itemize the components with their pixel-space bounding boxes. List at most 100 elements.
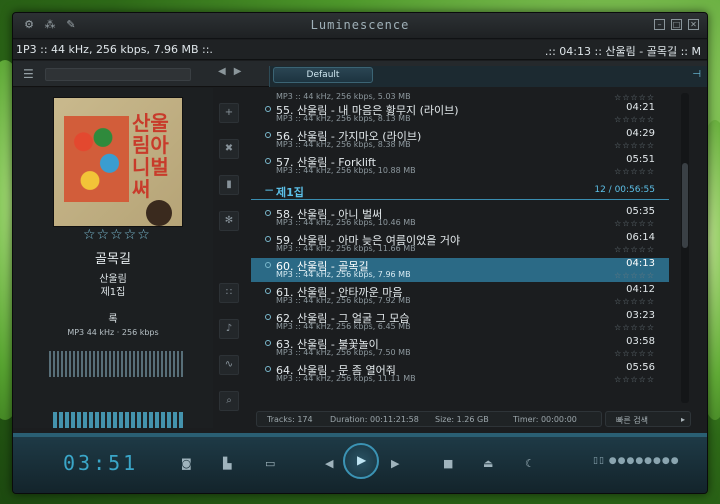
now-playing-panel: 산울림아니벌써 ☆☆☆☆☆ 골목길 산울림 제1집 록 MP3 44 kHz ·…	[13, 88, 213, 428]
track-info: MP3 :: 44 kHz, 256 kbps, 11.11 MB	[276, 374, 416, 383]
search-icon[interactable]: ⌕	[219, 391, 239, 411]
group-summary: 12 / 00:56:55	[594, 185, 655, 195]
stats-icon[interactable]: ▮	[219, 175, 239, 195]
track-bullet-icon	[265, 262, 271, 268]
transport-bar: 03:51 ◙ ▙ ▭ ◀ ▶ ▶ ■ ⏏ ☾ ▯▯ ●●●●●●●●	[13, 437, 707, 493]
close-icon[interactable]: ✕	[688, 19, 699, 30]
track-info: MP3 :: 44 kHz, 256 kbps, 8.13 MB	[276, 114, 411, 123]
track-bullet-icon	[265, 314, 271, 320]
side-buttons: + ✖ ▮ ✻ ∷ ♪ ∿ ⌕	[217, 93, 241, 423]
list-item[interactable]: 61. 산울림 - 안타까운 마음 04:12 MP3 :: 44 kHz, 256…	[251, 284, 669, 308]
album-cover: 산울림아니벌써	[53, 97, 183, 227]
back-icon[interactable]: ◀	[218, 66, 226, 77]
track-rating[interactable]: ☆☆☆☆☆	[614, 375, 655, 384]
camera-icon[interactable]: ◙	[181, 457, 192, 470]
minimize-icon[interactable]: –	[654, 19, 665, 30]
toolbar: ☰ ◀ ▶ Default ⊣	[13, 61, 707, 87]
track-duration: 06:14	[626, 232, 655, 243]
sleep-icon[interactable]: ☾	[525, 457, 535, 470]
track-bullet-icon	[265, 288, 271, 294]
track-rating[interactable]: ☆☆☆☆☆	[614, 323, 655, 332]
monitor-icon[interactable]: ▭	[265, 457, 275, 470]
maximize-icon[interactable]: □	[671, 19, 682, 30]
vu-meter	[49, 351, 185, 377]
track-rating[interactable]: ☆☆☆☆☆	[614, 349, 655, 358]
time-display: 03:51	[63, 451, 139, 475]
track-rating[interactable]: ☆☆☆☆☆	[614, 219, 655, 228]
quick-search[interactable]: 빠른 검색 ▸	[605, 411, 691, 427]
list-item[interactable]: 64. 산울림 - 문 좀 열어줘 05:56 MP3 :: 44 kHz, 256…	[251, 362, 669, 386]
track-genre: 록	[108, 314, 118, 325]
list-item[interactable]: 58. 산울림 - 아니 벌써 05:35 MP3 :: 44 kHz, 256 k…	[251, 206, 669, 230]
track-duration: 04:21	[626, 102, 655, 113]
menu-icon[interactable]: ☰	[23, 67, 34, 81]
scrollbar-thumb[interactable]	[682, 163, 688, 248]
track-rating[interactable]: ☆☆☆☆☆	[614, 115, 655, 124]
track-album: 제1집	[100, 287, 126, 298]
list-item[interactable]: 59. 산울림 - 아마 늦은 여름이었을 거야 06:14 MP3 :: 44 k…	[251, 232, 669, 256]
window-title: Luminescence	[310, 18, 410, 32]
playlist-scrollbar[interactable]	[681, 93, 689, 403]
track-format: MP3 44 kHz · 256 kbps	[67, 328, 159, 337]
play-button[interactable]: ▶	[343, 443, 379, 479]
list-item[interactable]: 55. 산울림 - 내 마음은 황무지 (라이브) 04:21 MP3 :: 44 …	[251, 102, 669, 124]
cover-circle	[146, 200, 172, 226]
eject-icon[interactable]: ⏏	[483, 457, 493, 470]
rating-stars[interactable]: ☆☆☆☆☆	[83, 227, 151, 243]
track-bullet-icon	[265, 340, 271, 346]
list-item[interactable]: MP3 :: 44 kHz, 256 kbps, 5.03 MB ☆☆☆☆☆	[251, 90, 669, 102]
track-duration: 04:29	[626, 128, 655, 139]
next-icon[interactable]: ▶	[391, 457, 399, 470]
status-bar: Tracks: 174 Duration: 00:11:21:58 Size: …	[256, 411, 602, 427]
track-rating[interactable]: ☆☆☆☆☆	[614, 93, 655, 102]
list-item[interactable]: 62. 산울림 - 그 얼굴 그 모습 03:23 MP3 :: 44 kHz, 2…	[251, 310, 669, 334]
track-duration: 05:51	[626, 154, 655, 165]
track-info: MP3 :: 44 kHz, 256 kbps, 7.96 MB	[276, 270, 411, 279]
track-bullet-icon	[265, 236, 271, 242]
track-duration: 05:56	[626, 362, 655, 373]
settings-icon[interactable]: ✻	[219, 211, 239, 231]
track-bullet-icon	[265, 132, 271, 138]
add-icon[interactable]: +	[219, 103, 239, 123]
playlist-tabs: Default ⊣	[269, 66, 707, 87]
info-right: .:: 04:13 :: 산울림 - 골목길 :: M	[544, 45, 701, 58]
collapse-icon[interactable]: −	[264, 183, 274, 197]
title-bar[interactable]: ⚙ ⁂ ✎ Luminescence – □ ✕	[13, 13, 707, 39]
search-input[interactable]	[45, 68, 191, 81]
track-bullet-icon	[265, 366, 271, 372]
forward-icon[interactable]: ▶	[234, 66, 242, 77]
spectrum-analyzer	[53, 412, 183, 428]
track-rating[interactable]: ☆☆☆☆☆	[614, 245, 655, 254]
track-rating[interactable]: ☆☆☆☆☆	[614, 141, 655, 150]
list-item[interactable]: 57. 산울림 - Forklift 05:51 MP3 :: 44 kHz, 25…	[251, 154, 669, 176]
info-left: 1P3 :: 44 kHz, 256 kbps, 7.96 MB ::.	[16, 43, 213, 56]
list-item[interactable]: 60. 산울림 - 골목길 04:13 MP3 :: 44 kHz, 256 kbp…	[251, 258, 669, 282]
track-info: MP3 :: 44 kHz, 256 kbps, 6.45 MB	[276, 322, 411, 331]
volume-slider[interactable]: ▯▯ ●●●●●●●●	[593, 456, 680, 466]
list-item[interactable]: 56. 산울림 - 가지마오 (라이브) 04:29 MP3 :: 44 kHz, …	[251, 128, 669, 150]
info-bar: 1P3 :: 44 kHz, 256 kbps, 7.96 MB ::. .::…	[13, 40, 707, 60]
previous-icon[interactable]: ◀	[325, 457, 333, 470]
track-rating[interactable]: ☆☆☆☆☆	[614, 297, 655, 306]
track-title: 골목길	[95, 252, 131, 267]
wave-icon[interactable]: ∿	[219, 355, 239, 375]
tab-default[interactable]: Default	[273, 67, 373, 83]
playlist: MP3 :: 44 kHz, 256 kbps, 5.03 MB ☆☆☆☆☆ 55.…	[251, 90, 669, 408]
track-info: MP3 :: 44 kHz, 256 kbps, 5.03 MB	[276, 92, 411, 101]
quick-search-arrow[interactable]: ▸	[681, 415, 685, 424]
track-duration: 03:58	[626, 336, 655, 347]
pin-icon[interactable]: ⊣	[692, 69, 701, 80]
music-icon[interactable]: ♪	[219, 319, 239, 339]
track-info: MP3 :: 44 kHz, 256 kbps, 10.88 MB	[276, 166, 416, 175]
track-rating[interactable]: ☆☆☆☆☆	[614, 167, 655, 176]
equalizer-icon[interactable]: ▙	[223, 457, 231, 470]
stop-icon[interactable]: ■	[443, 457, 453, 470]
track-bullet-icon	[265, 210, 271, 216]
group-header[interactable]: − 제1집 12 / 00:56:55	[251, 182, 669, 200]
grid-icon[interactable]: ∷	[219, 283, 239, 303]
remove-icon[interactable]: ✖	[219, 139, 239, 159]
track-info: MP3 :: 44 kHz, 256 kbps, 11.66 MB	[276, 244, 416, 253]
status-tracks: Tracks: 174	[267, 415, 313, 424]
track-rating[interactable]: ☆☆☆☆☆	[614, 271, 655, 280]
list-item[interactable]: 63. 산울림 - 불꽃놀이 03:58 MP3 :: 44 kHz, 256 kb…	[251, 336, 669, 360]
